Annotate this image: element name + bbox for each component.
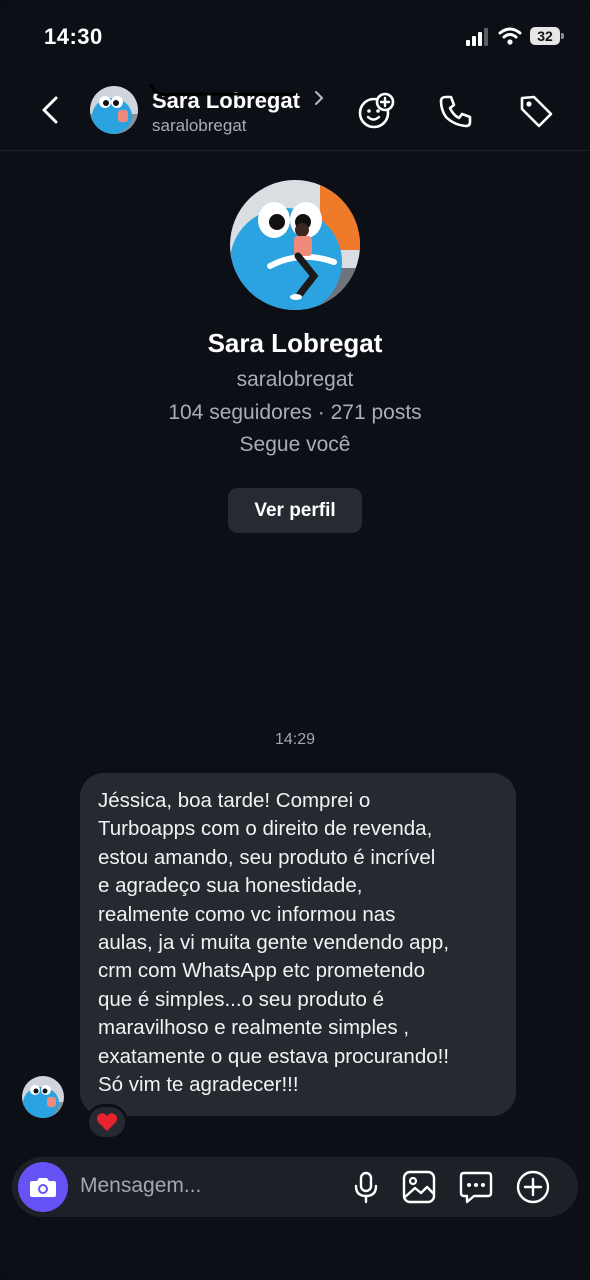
redaction-scribble: [148, 83, 296, 97]
battery-indicator: 32: [530, 27, 560, 45]
back-arrow-icon[interactable]: [36, 92, 66, 128]
plus-circle-icon[interactable]: [515, 1169, 551, 1205]
microphone-icon[interactable]: [348, 1169, 384, 1205]
gallery-icon[interactable]: [401, 1169, 437, 1205]
status-time: 14:30: [44, 24, 103, 49]
view-profile-button[interactable]: Ver perfil: [228, 488, 362, 533]
phone-icon[interactable]: [437, 92, 475, 130]
tag-icon[interactable]: [517, 92, 555, 130]
chat-bubble-icon[interactable]: [458, 1169, 494, 1205]
message-bubble[interactable]: Jéssica, boa tarde! Comprei o Turboapps …: [80, 773, 516, 1116]
cellular-signal-icon: [466, 28, 488, 46]
profile-name: Sara Lobregat: [207, 328, 383, 358]
profile-username: saralobregat: [236, 368, 354, 391]
add-sticker-icon[interactable]: [357, 92, 395, 130]
contact-avatar[interactable]: [90, 86, 138, 134]
camera-button[interactable]: [18, 1162, 68, 1212]
profile-stats: 104 seguidores · 271 posts: [168, 401, 422, 424]
chat-screen: 14:30 32 Sara Lobregat saralobregat Sara…: [0, 0, 590, 1280]
profile-avatar[interactable]: [230, 180, 360, 310]
battery-nub: [561, 33, 564, 39]
message-timestamp: 14:29: [274, 731, 316, 748]
follows-you-label: Segue você: [239, 433, 351, 456]
message-input[interactable]: Mensagem...: [80, 1174, 201, 1198]
wifi-icon: [498, 27, 522, 45]
heart-icon: [96, 1113, 118, 1131]
chevron-right-icon[interactable]: [313, 90, 325, 106]
contact-username: saralobregat: [152, 116, 247, 135]
message-text: Jéssica, boa tarde! Comprei o Turboapps …: [98, 789, 450, 1097]
sender-avatar[interactable]: [22, 1076, 64, 1118]
status-bar: 14:30 32: [0, 0, 590, 70]
message-composer: Mensagem...: [12, 1157, 578, 1217]
chat-header: Sara Lobregat saralobregat: [0, 70, 590, 151]
heart-reaction[interactable]: [86, 1104, 128, 1140]
camera-icon: [30, 1178, 56, 1197]
